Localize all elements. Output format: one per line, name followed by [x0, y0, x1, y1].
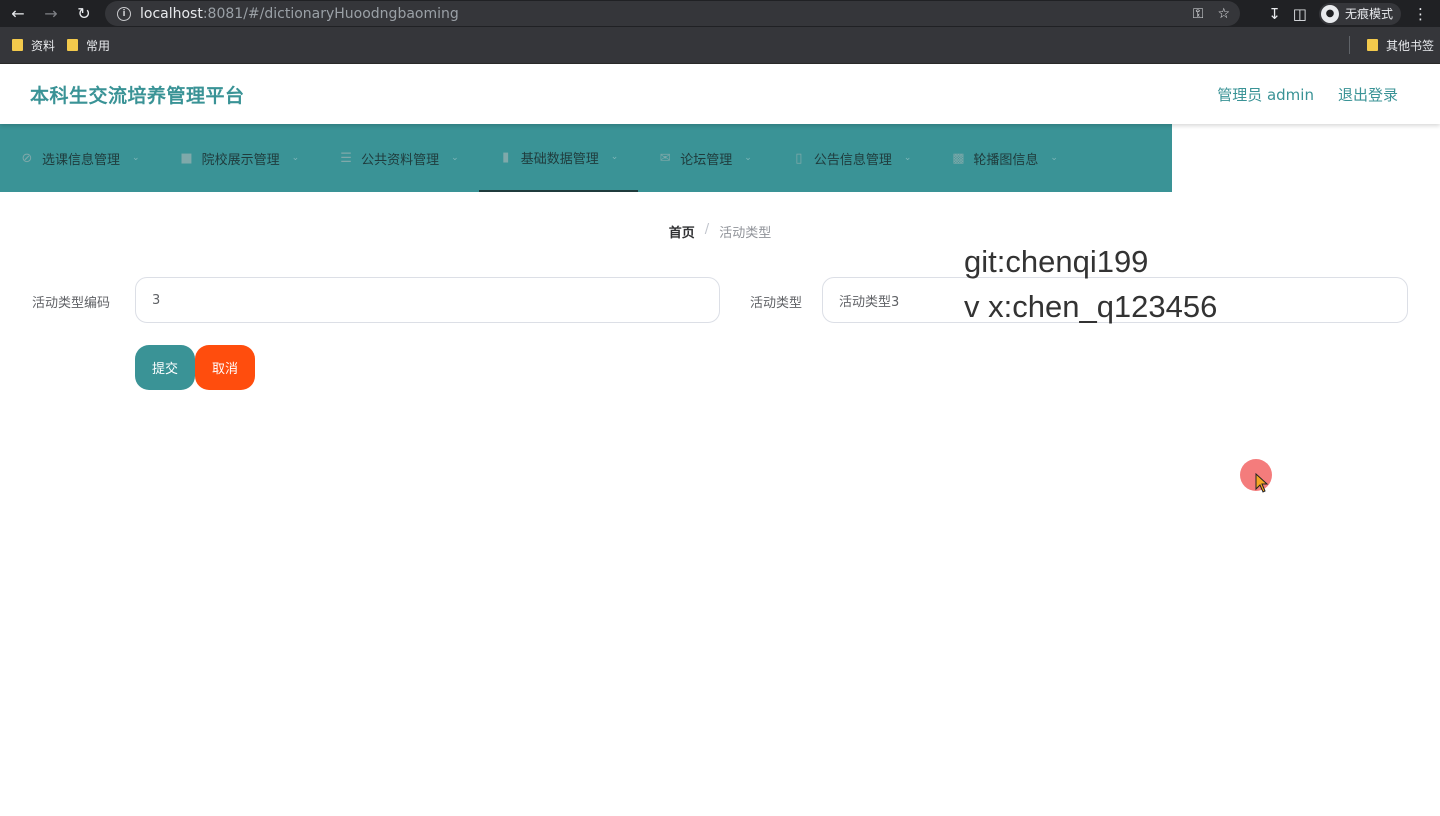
mic-icon: ▮ [502, 149, 510, 165]
bookmark-label: 常用 [86, 38, 111, 53]
breadcrumb: 首页 / 活动类型 [0, 222, 1440, 241]
breadcrumb-separator: / [704, 222, 710, 237]
mail-icon: ✉ [659, 150, 671, 166]
chevron-down-icon: ⌄ [903, 153, 912, 163]
chevron-down-icon: ⌄ [610, 152, 619, 162]
menu-label: 公告信息管理 [813, 152, 892, 168]
cancel-button[interactable]: 取消 [195, 345, 255, 390]
user-name: 管理员 admin [1217, 85, 1314, 104]
star-icon[interactable]: ☆ [1217, 6, 1230, 22]
chevron-down-icon: ⌄ [132, 153, 140, 163]
divider [1349, 36, 1350, 54]
url-path: :8081/#/dictionaryHuoodngbaoming [202, 5, 459, 22]
url-host: localhost [140, 5, 203, 22]
phone-icon: ▯ [795, 150, 803, 166]
menu-item-public[interactable]: ☰ 公共资料管理 ⌄ [319, 124, 479, 192]
ban-icon: ⊘ [21, 150, 33, 166]
incognito-label: 无痕模式 [1344, 7, 1393, 21]
key-icon[interactable]: ⚿ [1193, 6, 1204, 22]
reload-icon[interactable]: ↻ [73, 3, 95, 25]
form-row: 活动类型编码 3 活动类型 活动类型3 [0, 277, 1440, 323]
menu-item-course[interactable]: ⊘ 选课信息管理 ⌄ [0, 124, 160, 192]
code-input[interactable]: 3 [135, 277, 720, 323]
download-icon[interactable]: ↧ [1268, 5, 1281, 23]
logout-link[interactable]: 退出登录 [1338, 84, 1398, 105]
menu-label: 基础数据管理 [520, 151, 599, 167]
back-arrow-icon[interactable]: ← [7, 3, 29, 25]
cursor-icon [1255, 473, 1269, 493]
bookmark-folder[interactable]: 资料 [12, 37, 55, 54]
folder-icon [12, 39, 23, 51]
address-bar[interactable]: i localhost :8081/#/dictionaryHuoodngbao… [105, 1, 1240, 26]
menu-item-forum[interactable]: ✉ 论坛管理 ⌄ [638, 124, 772, 192]
bookmark-folder[interactable]: 常用 [67, 37, 110, 54]
incognito-icon: ● [1320, 4, 1339, 23]
bookmarks-bar: 资料 常用 其他书签 [0, 27, 1440, 64]
breadcrumb-home[interactable]: 首页 [669, 222, 695, 241]
other-bookmarks[interactable]: 其他书签 [1366, 37, 1434, 54]
menu-label: 论坛管理 [680, 152, 733, 168]
chevron-down-icon: ⌄ [291, 153, 300, 163]
menu-item-school[interactable]: ■ 院校展示管理 ⌄ [160, 124, 320, 192]
app-title: 本科生交流培养管理平台 [30, 84, 245, 107]
menu-item-carousel[interactable]: ▩ 轮播图信息 ⌄ [931, 124, 1078, 192]
incognito-badge[interactable]: ● 无痕模式 [1318, 2, 1401, 25]
folder-icon [67, 39, 79, 51]
watermark-line-1: git:chenqi199 [964, 244, 1149, 279]
main-menu: ⊘ 选课信息管理 ⌄ ■ 院校展示管理 ⌄ ☰ 公共资料管理 ⌄ ▮ 基础数据管… [0, 124, 1172, 192]
watermark-line-2: v x:chen_q123456 [964, 289, 1218, 324]
app-header: 本科生交流培养管理平台 管理员 admin 退出登录 [0, 64, 1440, 124]
thumb-icon: ■ [180, 150, 193, 166]
chevron-down-icon: ⌄ [1050, 153, 1058, 163]
browser-toolbar: ← → ↻ i localhost :8081/#/dictionaryHuoo… [0, 0, 1440, 27]
chevron-down-icon: ⌄ [744, 153, 752, 163]
chevron-down-icon: ⌄ [451, 153, 459, 163]
menu-label: 院校展示管理 [201, 152, 280, 168]
submit-button[interactable]: 提交 [135, 345, 195, 390]
sliders-icon: ☰ [340, 150, 352, 166]
breadcrumb-current: 活动类型 [719, 226, 772, 241]
type-label: 活动类型 [750, 296, 803, 311]
bookmark-label: 资料 [31, 38, 56, 53]
folder-icon [1366, 39, 1378, 51]
menu-item-basic-data[interactable]: ▮ 基础数据管理 ⌄ [478, 124, 639, 192]
menu-item-notice[interactable]: ▯ 公告信息管理 ⌄ [772, 124, 932, 192]
code-label: 活动类型编码 [32, 296, 111, 311]
clipboard-icon: ▩ [952, 150, 965, 166]
menu-label: 公共资料管理 [361, 152, 440, 168]
menu-label: 选课信息管理 [42, 152, 121, 168]
menu-label: 轮播图信息 [973, 152, 1039, 168]
info-icon[interactable]: i [117, 6, 131, 21]
more-menu-icon[interactable]: ⋮ [1413, 5, 1428, 23]
forward-arrow-icon[interactable]: → [40, 3, 62, 25]
other-bookmarks-label: 其他书签 [1385, 38, 1434, 53]
sidepanel-icon[interactable]: ◫ [1293, 5, 1307, 23]
